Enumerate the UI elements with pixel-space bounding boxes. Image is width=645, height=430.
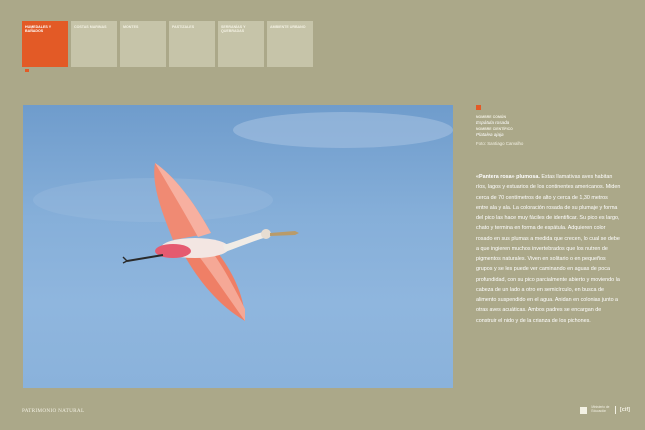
ministry-logo-icon xyxy=(580,406,588,414)
species-caption: Nombre común Espátula rosada Nombre cien… xyxy=(476,105,626,146)
bird-photo xyxy=(23,105,453,388)
active-tab-marker xyxy=(25,69,29,72)
category-tabs: Humedales y bañados Costas marinas Monte… xyxy=(22,21,313,67)
photo-credit: Foto: Santiago Carvalho xyxy=(476,141,524,146)
tab-humedales[interactable]: Humedales y bañados xyxy=(22,21,68,67)
tab-serranias[interactable]: Serranías y quebradas xyxy=(218,21,264,67)
footer-logos: Ministerio de Educación [cif] xyxy=(580,406,630,414)
section-title: Patrimonio natural xyxy=(22,408,85,414)
tab-urbano[interactable]: Ambiente urbano xyxy=(267,21,313,67)
scientific-name: Platalea ajaja xyxy=(476,132,504,137)
spoonbill-illustration xyxy=(33,112,453,321)
species-description: «Pantera rosa» plumosa. Estas llamativas… xyxy=(476,172,621,326)
footer-divider xyxy=(615,406,616,414)
common-name: Espátula rosada xyxy=(476,120,510,125)
caption-marker xyxy=(476,105,481,110)
scientific-name-label: Nombre científico xyxy=(476,127,513,131)
common-name-label: Nombre común xyxy=(476,115,507,119)
tab-montes[interactable]: Montes xyxy=(120,21,166,67)
tab-pastizales[interactable]: Pastizales xyxy=(169,21,215,67)
tab-costas[interactable]: Costas marinas xyxy=(71,21,117,67)
description-lead: «Pantera rosa» plumosa. xyxy=(476,174,540,180)
description-text: Estas llamativas aves habitan ríos, lago… xyxy=(476,174,621,324)
cif-logo: [cif] xyxy=(619,407,630,413)
ministry-logo-text: Ministerio de Educación xyxy=(591,405,610,413)
